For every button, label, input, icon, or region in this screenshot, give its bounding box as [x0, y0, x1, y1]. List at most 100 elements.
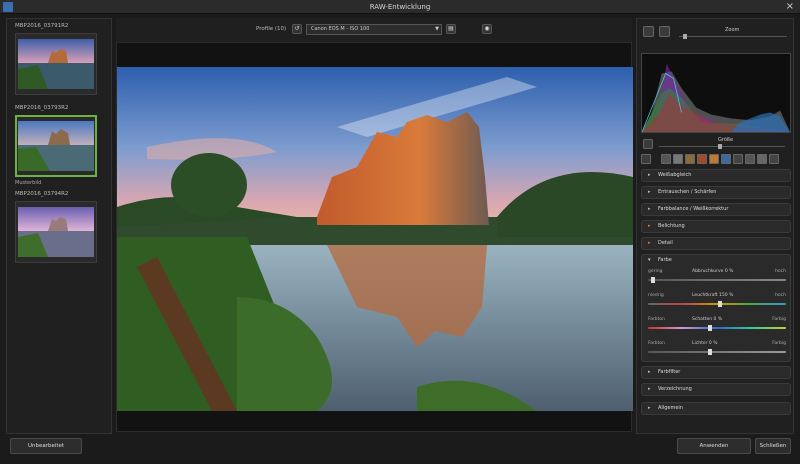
size-slider[interactable] [659, 144, 785, 149]
image-preview-area [116, 42, 633, 432]
expand-icon: ▸ [648, 405, 651, 411]
profile-select[interactable]: Canon EOS M - ISO 100 ▼ [306, 24, 442, 35]
section-farbe-header[interactable]: ▾ Farbe [642, 255, 790, 267]
thumbnail-image [18, 207, 94, 257]
expand-icon: ▸ [648, 386, 651, 392]
section-label: Farbbalance / Weißkorrektur [658, 206, 729, 212]
more-icon[interactable] [769, 154, 779, 164]
tool-icon[interactable] [641, 154, 651, 164]
preview-photo[interactable] [117, 67, 633, 411]
camera-icon[interactable]: ◉ [482, 24, 492, 34]
thumbnail-image [18, 39, 94, 89]
orange-icon[interactable] [709, 154, 719, 164]
adjustment-sections: ▸ Weißabgleich ▸ Entrauschen / Schärfen ▸ F… [641, 169, 791, 419]
slider-schatten[interactable]: Farbton Schatten 0 % Farbig [648, 317, 786, 335]
thumbnail-image [18, 121, 94, 171]
section-farbe: ▾ Farbe gering Abbruchkurve 0 % hoch nie… [641, 254, 791, 362]
section-belichtung[interactable]: ▸ Belichtung [641, 220, 791, 233]
gradient-icon[interactable] [673, 154, 683, 164]
section-label: Allgemein [658, 405, 683, 411]
expand-icon: ▸ [648, 223, 651, 229]
thumbnail-item[interactable]: MBP2016_03794R2 [15, 191, 107, 263]
close-icon[interactable]: × [786, 1, 794, 12]
zoom-row: Zoom [641, 23, 791, 41]
thumbnail-frame-selected[interactable] [15, 115, 97, 177]
expand-icon: ▸ [648, 172, 651, 178]
window-title: RAW-Entwicklung [369, 3, 431, 11]
center-toolbar: Profile (10) ↺ Canon EOS M - ISO 100 ▼ ▤… [116, 18, 632, 42]
slider-right-label: hoch [775, 269, 786, 274]
filmstrip-panel: MBP2016_03791R2 MBP2016_03793R2 Musterbi… [6, 18, 112, 434]
slider-left-label: Farbton [648, 341, 666, 346]
section-label: Weißabgleich [658, 172, 692, 178]
section-weissabgleich[interactable]: ▸ Weißabgleich [641, 169, 791, 182]
slider-track[interactable] [648, 279, 786, 281]
slider-abbruchkurve[interactable]: gering Abbruchkurve 0 % hoch [648, 269, 786, 287]
save-icon[interactable]: ▤ [446, 24, 456, 34]
thumbnail-label: MBP2016_03793R2 [15, 105, 69, 111]
unbearbeitet-button[interactable]: Unbearbeitet [10, 438, 82, 454]
expand-icon: ▸ [648, 240, 651, 246]
fit-view-icon[interactable] [643, 26, 654, 37]
section-farbfilter[interactable]: ▸ Farbfilter [641, 366, 791, 379]
slider-knob[interactable] [708, 325, 713, 331]
section-label: Farbe [658, 257, 672, 263]
cool-icon[interactable] [721, 154, 731, 164]
slider-left-label: gering [648, 269, 663, 274]
grid-size-row: Größe [641, 137, 791, 151]
section-label: Entrauschen / Schärfen [658, 189, 717, 195]
size-slider-knob[interactable] [717, 144, 722, 149]
slider-value-label: Lichter 0 % [692, 341, 718, 346]
bw-icon[interactable] [661, 154, 671, 164]
color-icon[interactable] [757, 154, 767, 164]
slider-knob[interactable] [717, 301, 722, 307]
thumbnail-item[interactable]: MBP2016_03791R2 [15, 23, 107, 95]
warm-icon[interactable] [697, 154, 707, 164]
thumbnail-frame[interactable] [15, 33, 97, 95]
slider-right-label: hoch [775, 293, 786, 298]
profile-label: Profile (10) [256, 26, 287, 32]
size-label: Größe [718, 137, 734, 143]
zoom-slider[interactable] [679, 34, 787, 39]
section-verzeichnung[interactable]: ▸ Verzeichnung [641, 383, 791, 396]
slider-value-label: Schatten 0 % [692, 317, 723, 322]
title-bar: RAW-Entwicklung × [0, 0, 800, 14]
thumbnail-frame[interactable] [15, 201, 97, 263]
section-allgemein[interactable]: ▸ Allgemein [641, 402, 791, 415]
collapse-icon: ▾ [648, 257, 651, 263]
reset-icon[interactable]: ↺ [292, 24, 302, 34]
adjustments-panel: Zoom Größe ▸ Weißabgleich ▸ Entrauschen … [636, 18, 794, 434]
slider-leuchtkraft[interactable]: niedrig Leuchtkraft 150 % hoch [648, 293, 786, 311]
anwenden-button[interactable]: Anwenden [677, 438, 751, 454]
preset-icon[interactable] [745, 154, 755, 164]
expand-icon: ▸ [648, 369, 651, 375]
schliessen-button[interactable]: Schließen [755, 438, 791, 454]
thumbnail-item[interactable]: MBP2016_03793R2 Musterbild [15, 105, 107, 186]
thumbnail-label: MBP2016_03794R2 [15, 191, 69, 197]
section-label: Detail [658, 240, 673, 246]
slider-value-label: Abbruchkurve 0 % [692, 269, 734, 274]
compare-view-icon[interactable] [659, 26, 670, 37]
section-farbbalance[interactable]: ▸ Farbbalance / Weißkorrektur [641, 203, 791, 216]
slider-knob[interactable] [708, 349, 713, 355]
expand-icon: ▸ [648, 189, 651, 195]
slider-right-label: Farbig [772, 317, 786, 322]
vignette-icon[interactable] [733, 154, 743, 164]
slider-right-label: Farbig [772, 341, 786, 346]
section-label: Verzeichnung [658, 386, 692, 392]
expand-icon: ▸ [648, 206, 651, 212]
slider-track[interactable] [648, 327, 786, 329]
zoom-label: Zoom [725, 27, 740, 33]
section-entrauschen[interactable]: ▸ Entrauschen / Schärfen [641, 186, 791, 199]
slider-track[interactable] [648, 351, 786, 353]
zoom-slider-knob[interactable] [683, 34, 688, 39]
slider-left-label: Farbton [648, 317, 666, 322]
sepia-icon[interactable] [685, 154, 695, 164]
tool-icons-row [641, 151, 791, 167]
slider-knob[interactable] [650, 277, 655, 283]
grid-icon[interactable] [643, 139, 653, 149]
slider-lichter[interactable]: Farbton Lichter 0 % Farbig [648, 341, 786, 359]
section-detail[interactable]: ▸ Detail [641, 237, 791, 250]
profile-select-value: Canon EOS M - ISO 100 [311, 26, 370, 32]
section-label: Belichtung [658, 223, 685, 229]
